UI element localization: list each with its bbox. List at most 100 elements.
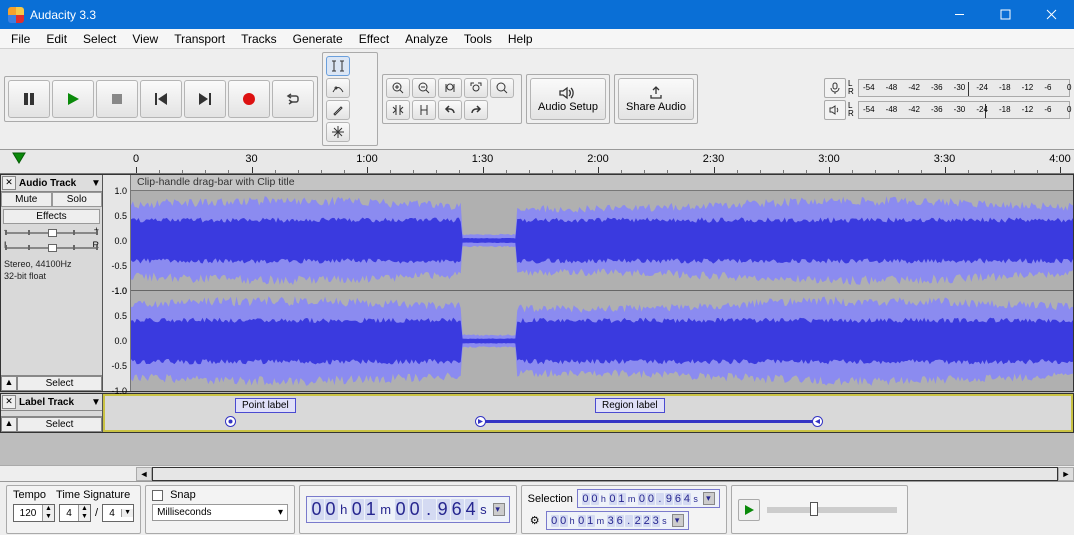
region-start-handle[interactable] — [475, 416, 486, 427]
menu-tracks[interactable]: Tracks — [234, 31, 284, 47]
menu-file[interactable]: File — [4, 31, 37, 47]
scroll-left-button[interactable]: ◄ — [136, 467, 152, 481]
share-icon — [648, 86, 664, 100]
playback-meter-button[interactable] — [824, 100, 846, 120]
scroll-right-button[interactable]: ► — [1058, 467, 1074, 481]
label-track-menu-button[interactable]: ▼ — [90, 397, 102, 408]
waveform-area[interactable]: Clip-handle drag-bar with Clip title — [131, 175, 1073, 391]
region-end-handle[interactable] — [812, 416, 823, 427]
scroll-track[interactable] — [152, 467, 1058, 481]
audio-setup-button[interactable]: Audio Setup — [530, 78, 606, 120]
audiosetup-toolbar: Audio Setup — [526, 74, 610, 124]
effects-button[interactable]: Effects — [3, 209, 100, 224]
menu-select[interactable]: Select — [76, 31, 123, 47]
clip-header[interactable]: Clip-handle drag-bar with Clip title — [131, 175, 1073, 191]
record-meter-button[interactable] — [824, 78, 846, 98]
audio-track-panel: ✕ Audio Track ▼ Mute Solo Effects - + L … — [1, 175, 103, 391]
fit-project-button[interactable] — [464, 78, 488, 98]
multi-tool-button[interactable] — [326, 122, 350, 142]
menu-view[interactable]: View — [125, 31, 165, 47]
zoom-in-button[interactable] — [386, 78, 410, 98]
selection-start-timecode[interactable]: 00h01m00.964s▾ — [577, 489, 720, 508]
label-track-select-button[interactable]: Select — [17, 417, 102, 432]
recording-meter[interactable]: -54-48-42-36-30-24-18-12-60 — [858, 79, 1070, 97]
menu-edit[interactable]: Edit — [39, 31, 74, 47]
share-audio-button[interactable]: Share Audio — [618, 78, 694, 120]
track-menu-button[interactable]: ▼ — [90, 178, 102, 189]
transport-toolbar — [4, 76, 318, 122]
menu-transport[interactable]: Transport — [167, 31, 232, 47]
minimize-button[interactable] — [936, 0, 982, 29]
pause-button[interactable] — [8, 80, 50, 118]
ruler-tick-label: 3:30 — [934, 153, 955, 165]
time-panel: 00h01m00.964s▾ — [299, 485, 517, 534]
playhead-icon[interactable] — [12, 152, 26, 164]
collapse-button[interactable]: ▲ — [1, 376, 17, 391]
close-button[interactable] — [1028, 0, 1074, 29]
trim-button[interactable] — [386, 100, 410, 120]
timesig-numerator[interactable]: ▲▼ — [59, 504, 91, 522]
ruler-tick-label: 30 — [245, 153, 257, 165]
snap-checkbox[interactable] — [152, 490, 163, 501]
selection-end-timecode[interactable]: 00h01m36.223s▾ — [546, 511, 689, 530]
label-collapse-button[interactable]: ▲ — [1, 417, 17, 432]
point-label[interactable]: Point label — [235, 398, 296, 413]
silence-button[interactable] — [412, 100, 436, 120]
selection-settings-button[interactable]: ⚙ — [528, 514, 542, 527]
timeline-ruler[interactable]: 0301:001:302:002:303:003:304:00 — [0, 150, 1074, 174]
stop-button[interactable] — [96, 80, 138, 118]
redo-button[interactable] — [464, 100, 488, 120]
menu-generate[interactable]: Generate — [286, 31, 350, 47]
track-empty-space[interactable] — [0, 433, 1074, 465]
tempo-input[interactable]: ▲▼ — [13, 504, 55, 522]
draw-tool-button[interactable] — [326, 100, 350, 120]
mute-button[interactable]: Mute — [1, 192, 52, 207]
track-name[interactable]: Audio Track — [17, 178, 90, 189]
maximize-button[interactable] — [982, 0, 1028, 29]
skip-start-button[interactable] — [140, 80, 182, 118]
main-timecode[interactable]: 00h01m00.964s▾ — [306, 496, 510, 523]
zoom-toggle-button[interactable] — [490, 78, 514, 98]
menu-help[interactable]: Help — [501, 31, 540, 47]
waveform-left[interactable] — [131, 191, 1073, 291]
horizontal-scrollbar[interactable]: ◄ ► — [0, 465, 1074, 481]
snap-unit-select[interactable]: Milliseconds▾ — [152, 504, 288, 521]
vertical-scale[interactable]: 1.00.50.0-0.5-1.01.00.50.0-0.5-1.0 — [103, 175, 131, 391]
label-track-close-button[interactable]: ✕ — [2, 395, 16, 409]
label-track-name[interactable]: Label Track — [17, 397, 90, 408]
point-label-handle[interactable] — [225, 416, 236, 427]
pan-slider[interactable]: L R — [5, 242, 98, 254]
menu-tools[interactable]: Tools — [457, 31, 499, 47]
play-button[interactable] — [52, 80, 94, 118]
selection-tool-button[interactable] — [326, 56, 350, 76]
gain-slider[interactable]: - + — [5, 227, 98, 239]
menu-analyze[interactable]: Analyze — [398, 31, 455, 47]
menu-bar: File Edit Select View Transport Tracks G… — [0, 29, 1074, 49]
waveform-right[interactable] — [131, 291, 1073, 391]
share-audio-label: Share Audio — [626, 101, 686, 113]
playback-meter[interactable]: -54-48-42-36-30-24-18-12-60 — [858, 101, 1070, 119]
play-at-speed-button[interactable] — [738, 499, 760, 521]
skip-end-button[interactable] — [184, 80, 226, 118]
timesig-label: Time Signature — [56, 489, 130, 501]
play-at-speed-panel — [731, 485, 908, 534]
envelope-tool-button[interactable] — [326, 78, 350, 98]
undo-button[interactable] — [438, 100, 462, 120]
fit-selection-button[interactable] — [438, 78, 462, 98]
track-close-button[interactable]: ✕ — [2, 176, 16, 190]
solo-button[interactable]: Solo — [52, 192, 103, 207]
region-label-bar[interactable] — [480, 420, 815, 423]
loop-button[interactable] — [272, 80, 314, 118]
menu-effect[interactable]: Effect — [352, 31, 396, 47]
track-format-2: 32-bit float — [1, 269, 102, 283]
zoom-out-button[interactable] — [412, 78, 436, 98]
record-button[interactable] — [228, 80, 270, 118]
track-select-button[interactable]: Select — [17, 376, 102, 391]
bottom-toolbar: Tempo Time Signature ▲▼ ▲▼ / ▼ Snap Mill… — [0, 481, 1074, 535]
playback-speed-slider[interactable] — [767, 507, 897, 513]
timesig-denominator[interactable]: ▼ — [102, 504, 134, 522]
label-area[interactable]: Point label Region label — [103, 394, 1073, 432]
region-label[interactable]: Region label — [595, 398, 665, 413]
snap-panel: Snap Milliseconds▾ — [145, 485, 295, 534]
snap-label: Snap — [170, 489, 196, 501]
